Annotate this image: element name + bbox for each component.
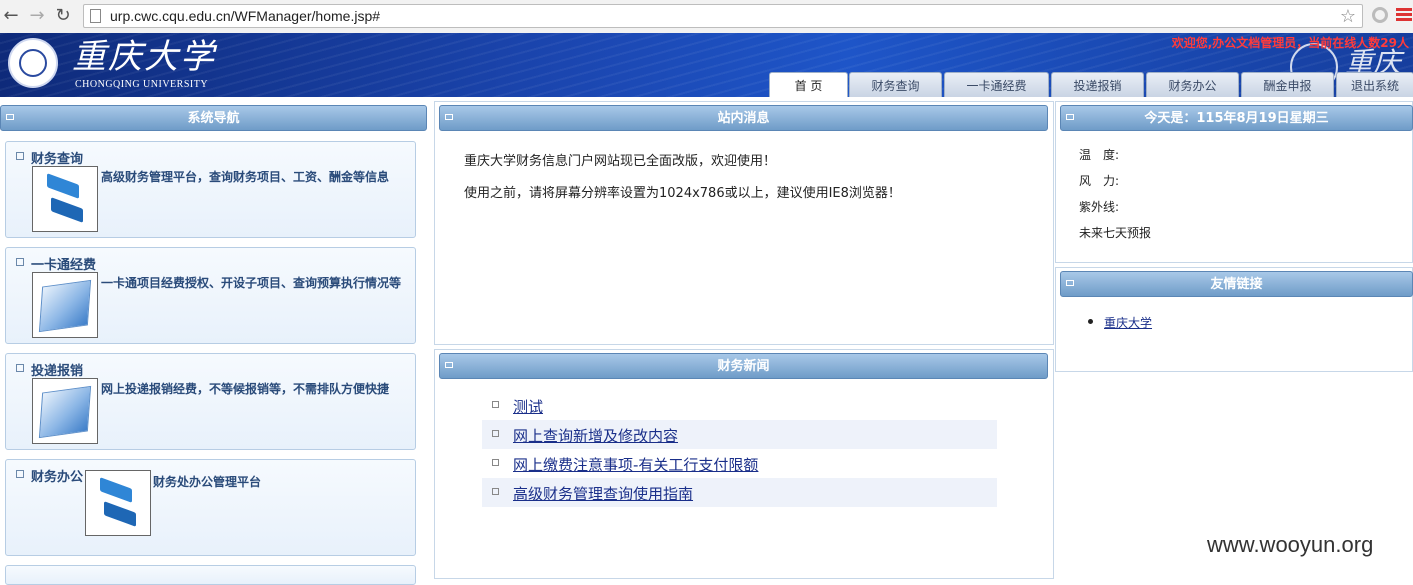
messages-panel: [434, 101, 1054, 345]
tab-reimbursement[interactable]: 投递报销: [1051, 72, 1144, 97]
card-icon[interactable]: [32, 378, 98, 444]
browser-toolbar: ← → ↻ urp.cwc.cqu.edu.cn/WFManager/home.…: [0, 0, 1413, 34]
news-link[interactable]: 测试: [513, 396, 543, 417]
tab-finance-office[interactable]: 财务办公: [1146, 72, 1239, 97]
nav-item-desc: 高级财务管理平台，查询财务项目、工资、酬金等信息: [101, 170, 390, 184]
page-icon: [90, 9, 101, 23]
links-title: 友情链接: [1210, 277, 1263, 292]
watermark-text: www.wooyun.org: [1207, 532, 1374, 557]
nav-item-title[interactable]: 财务办公: [31, 466, 83, 485]
news-item[interactable]: 网上缴费注意事项-有关工行支付限额: [482, 449, 997, 478]
nav-item-desc: 一卡通项目经费授权、开设子项目、查询预算执行情况等: [101, 276, 402, 290]
site-banner: 重庆大学 CHONGQING UNIVERSITY 重庆 欢迎您,办公文档管理员…: [0, 33, 1413, 97]
forecast-label: 未来七天预报: [1079, 226, 1152, 240]
external-link-icon: [16, 470, 24, 478]
url-text[interactable]: urp.cwc.cqu.edu.cn/WFManager/home.jsp#: [110, 8, 380, 24]
news-item[interactable]: 测试: [482, 391, 997, 420]
bookmark-star-icon[interactable]: ☆: [1340, 6, 1356, 27]
uv-label: 紫外线:: [1079, 200, 1120, 214]
back-arrow-icon[interactable]: ←: [0, 5, 22, 27]
panel-icon: [1066, 280, 1074, 286]
arrows-icon[interactable]: [85, 470, 151, 536]
arrows-icon[interactable]: [32, 166, 98, 232]
forward-arrow-icon[interactable]: →: [26, 5, 48, 27]
nav-item-card-funds[interactable]: 一卡通经费 一卡通项目经费授权、开设子项目、查询预算执行情况等: [5, 247, 416, 344]
menu-icon[interactable]: [1396, 8, 1412, 24]
reload-icon[interactable]: ↻: [52, 5, 74, 27]
news-item[interactable]: 网上查询新增及修改内容: [482, 420, 997, 449]
bullet-icon: [492, 430, 499, 437]
news-item[interactable]: 高级财务管理查询使用指南: [482, 478, 997, 507]
nav-item-title[interactable]: 一卡通经费: [31, 254, 96, 273]
panel-icon: [1066, 114, 1074, 120]
tab-remuneration[interactable]: 酬金申报: [1241, 72, 1334, 97]
temperature-label: 温 度:: [1079, 148, 1120, 162]
external-link-icon: [16, 364, 24, 372]
tab-home[interactable]: 首 页: [769, 72, 848, 97]
nav-item-reimbursement[interactable]: 投递报销 网上投递报销经费，不等候报销等，不需排队方便快捷: [5, 353, 416, 450]
bullet-icon: [492, 459, 499, 466]
bullet-icon: [1088, 319, 1093, 324]
nav-item-finance-query[interactable]: 财务查询 高级财务管理平台，查询财务项目、工资、酬金等信息: [5, 141, 416, 238]
messages-title: 站内消息: [717, 111, 770, 126]
panel-icon: [445, 114, 453, 120]
messages-header: 站内消息: [439, 105, 1048, 131]
welcome-message: 欢迎您,办公文档管理员，当前在线人数29人: [1171, 36, 1409, 50]
nav-item-partial: [5, 565, 416, 585]
sidebar-header: 系统导航: [0, 105, 427, 131]
nav-item-title[interactable]: 投递报销: [31, 360, 83, 379]
bullet-icon: [492, 401, 499, 408]
news-title: 财务新闻: [717, 359, 770, 374]
sidebar-title: 系统导航: [187, 111, 240, 126]
news-header: 财务新闻: [439, 353, 1048, 379]
weather-header: 今天是：115年8月19日星期三: [1060, 105, 1413, 131]
message-line: 重庆大学财务信息门户网站现已全面改版，欢迎使用！: [464, 154, 777, 169]
card-icon[interactable]: [32, 272, 98, 338]
nav-item-desc: 网上投递报销经费，不等候报销等，不需排队方便快捷: [101, 382, 390, 396]
address-bar[interactable]: urp.cwc.cqu.edu.cn/WFManager/home.jsp# ☆: [83, 4, 1363, 28]
university-seal-logo: [8, 38, 58, 88]
bullet-icon: [492, 488, 499, 495]
university-logo-english: CHONGQING UNIVERSITY: [75, 79, 209, 90]
panel-icon: [445, 362, 453, 368]
tab-finance-query[interactable]: 财务查询: [849, 72, 942, 97]
message-line: 使用之前，请将屏幕分辨率设置为1024x786或以上，建议使用IE8浏览器！: [464, 186, 901, 201]
links-header: 友情链接: [1060, 271, 1413, 297]
nav-item-title[interactable]: 财务查询: [31, 148, 83, 167]
news-link[interactable]: 高级财务管理查询使用指南: [513, 483, 693, 504]
university-logo-text: 重庆大学: [72, 37, 216, 77]
external-link-icon: [16, 258, 24, 266]
news-link[interactable]: 网上缴费注意事项-有关工行支付限额: [513, 454, 758, 475]
news-link[interactable]: 网上查询新增及修改内容: [513, 425, 678, 446]
wind-label: 风 力:: [1079, 174, 1120, 188]
link-cqu[interactable]: 重庆大学: [1104, 314, 1152, 331]
tab-card-funds[interactable]: 一卡通经费: [944, 72, 1049, 97]
panel-icon: [6, 114, 14, 120]
extension-icon[interactable]: [1372, 7, 1388, 23]
nav-item-finance-office[interactable]: 财务办公 财务处办公管理平台: [5, 459, 416, 556]
external-link-icon: [16, 152, 24, 160]
nav-item-desc: 财务处办公管理平台: [153, 475, 262, 489]
tab-logout[interactable]: 退出系统: [1336, 72, 1413, 97]
date-title: 今天是：115年8月19日星期三: [1144, 111, 1329, 126]
